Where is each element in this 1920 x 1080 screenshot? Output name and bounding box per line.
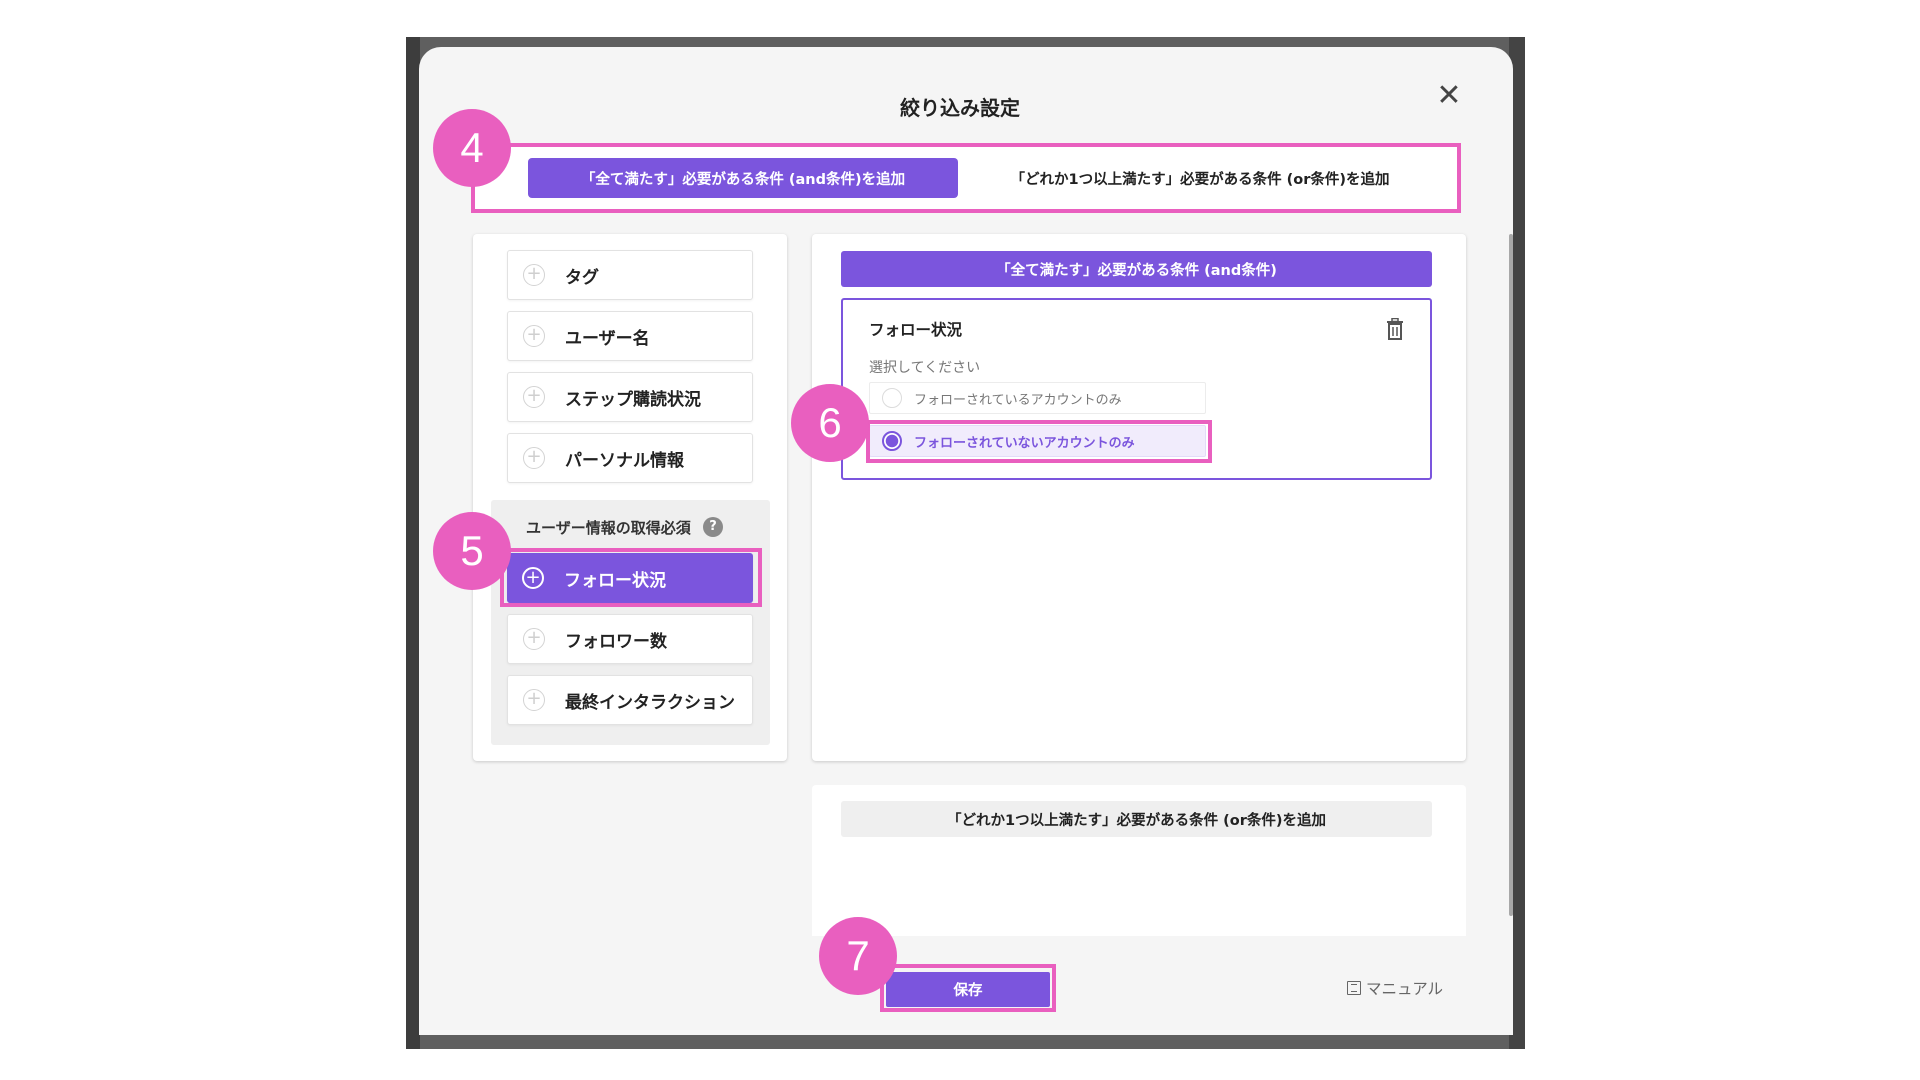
condition-item-label: ステップ購読状況 [565,389,701,410]
condition-item-step-subscription[interactable]: + ステップ購読状況 [507,372,753,422]
manual-label: マニュアル [1366,980,1444,998]
modal-title: 絞り込み設定 [900,96,1020,120]
help-icon[interactable]: ? [703,517,723,537]
step-marker-4: 4 [433,109,511,187]
condition-item-label: ユーザー名 [565,328,650,349]
modal-scrollbar[interactable] [1509,234,1513,916]
radio-label: フォローされているアカウントのみ [914,392,1122,408]
condition-item-label: フォロワー数 [565,631,667,652]
condition-item-label: 最終インタラクション [565,692,735,713]
condition-item-last-interaction[interactable]: + 最終インタラクション [507,675,753,725]
step-marker-5: 5 [433,512,511,590]
step-marker-7: 7 [819,917,897,995]
group-title: ユーザー情報の取得必須 [526,519,691,537]
plus-circle-icon: + [523,325,545,347]
plus-circle-icon: + [523,689,545,711]
or-section-header: 「どれか1つ以上満たす」必要がある条件 (or条件)を追加 [841,801,1432,837]
radio-option-followed[interactable]: フォローされているアカウントのみ [869,382,1206,414]
and-section-header: 「全て満たす」必要がある条件 (and条件) [841,251,1432,287]
step-marker-6: 6 [791,384,869,462]
book-icon [1347,981,1361,995]
condition-item-personal-info[interactable]: + パーソナル情報 [507,433,753,483]
plus-circle-icon: + [523,628,545,650]
highlight-frame [880,964,1056,1012]
plus-circle-icon: + [523,264,545,286]
condition-item-follower-count[interactable]: + フォロワー数 [507,614,753,664]
backdrop-edge-left [406,37,420,1049]
manual-link[interactable]: マニュアル [1347,977,1443,999]
plus-circle-icon: + [523,386,545,408]
tab-or-conditions[interactable]: 「どれか1つ以上満たす」必要がある条件 (or条件)を追加 [980,158,1420,198]
select-prompt: 選択してください [869,360,981,376]
condition-item-tag[interactable]: + タグ [507,250,753,300]
condition-item-username[interactable]: + ユーザー名 [507,311,753,361]
tab-and-conditions[interactable]: 「全て満たす」必要がある条件 (and条件)を追加 [528,158,958,198]
condition-card-title: フォロー状況 [869,321,963,339]
highlight-frame [500,548,762,607]
trash-icon[interactable] [1385,318,1405,340]
plus-circle-icon: + [523,447,545,469]
radio-button[interactable] [882,388,902,408]
condition-item-label: パーソナル情報 [565,450,684,471]
condition-item-label: タグ [565,267,599,288]
close-icon[interactable]: ✕ [1435,81,1463,111]
highlight-frame [866,420,1212,463]
